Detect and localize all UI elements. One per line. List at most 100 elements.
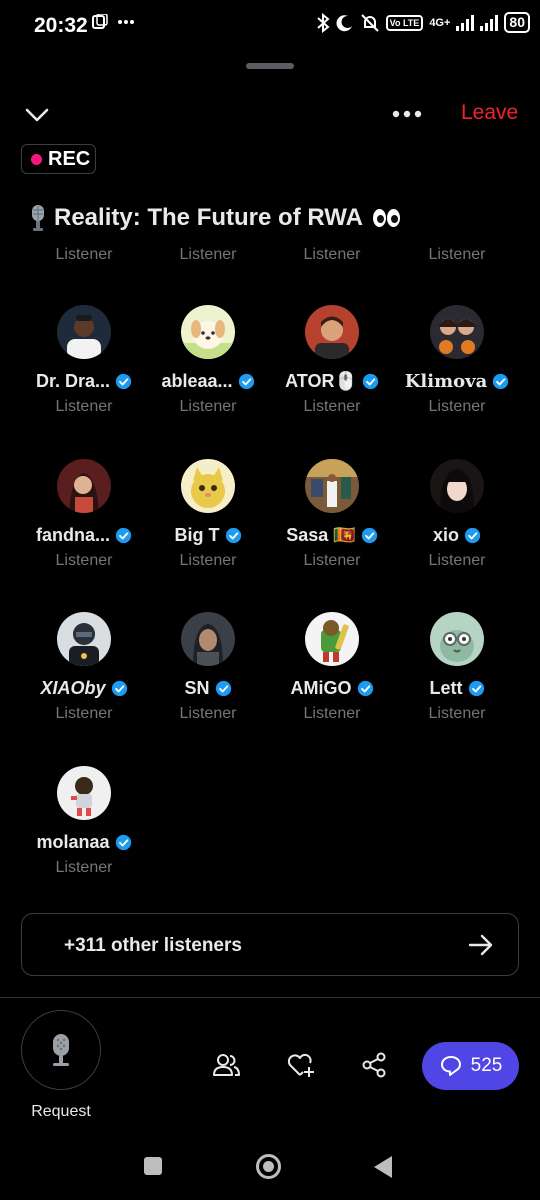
listener-name: Big T [174,525,220,545]
avatar[interactable] [181,305,235,359]
battery-level: 80 [504,12,530,33]
chevron-down-icon[interactable] [22,100,52,130]
avatar[interactable] [430,612,484,666]
status-right-icons: Vo LTE 4G+ 80 [316,12,530,33]
listener-role: Listener [55,398,113,415]
avatar[interactable] [181,459,235,513]
heart-add-icon[interactable] [285,1050,315,1080]
request-mic-button[interactable] [21,1010,101,1090]
listener-role: Listener [303,552,361,569]
listener-name: Klimova [404,371,488,392]
verified-badge-icon [115,373,132,390]
avatar[interactable] [305,459,359,513]
listener-role: Listener [179,552,237,569]
home-button[interactable] [256,1154,281,1179]
listener-role: Listener [428,552,486,569]
volte-badge: Vo LTE [385,14,424,31]
listener-role: Listener [55,246,113,262]
verified-badge-icon [361,527,377,544]
eyes-emoji-icon [372,209,400,227]
verified-badge-icon [357,680,373,697]
screenshot-icon [92,14,108,29]
verified-badge-icon [468,680,484,697]
more-options-icon[interactable] [390,102,424,126]
signal-icon-2 [480,14,499,31]
verified-badge-icon [115,834,131,851]
recording-dot-icon [31,153,42,165]
moon-icon [336,14,352,31]
listener-role: Listener [428,705,486,722]
listener-role: Listener [179,398,237,415]
rec-label: REC [48,147,91,170]
share-icon[interactable] [359,1050,389,1080]
request-label: Request [31,1103,91,1120]
recent-apps-button[interactable] [144,1157,162,1175]
listener-name: SN [184,678,210,698]
verified-badge-icon [215,680,231,697]
listener-name: AMiGO [290,678,352,698]
listener-item[interactable]: SN Listener [146,612,270,742]
other-listeners-button[interactable]: +311 other listeners [21,913,519,976]
verified-badge-icon [493,373,509,390]
avatar[interactable] [57,459,111,513]
listener-role: Listener [303,246,361,262]
avatar[interactable] [57,305,111,359]
verified-badge-icon [225,527,241,544]
signal-icon [456,14,475,31]
listener-item[interactable]: fandna... Listener [22,459,146,589]
chat-bubble-icon [440,1056,461,1076]
back-button[interactable] [374,1156,392,1178]
listener-item[interactable]: Sasa 🇱🇰 Listener [270,459,394,589]
avatar[interactable] [430,305,484,359]
space-title-text: Reality: The Future of RWA [54,204,363,231]
listener-role: Listener [55,705,113,722]
avatar[interactable] [181,612,235,666]
listener-item[interactable]: Lett Listener [395,612,519,742]
listener-item[interactable]: xio Listener [395,459,519,589]
listener-role: Listener [55,859,113,876]
listener-role: Listener [179,705,237,722]
listener-item[interactable]: ableaa... Listener [146,305,270,435]
sheet-drag-handle[interactable] [246,63,294,69]
other-listeners-label: +311 other listeners [64,935,242,956]
listener-name: Dr. Dra... [35,371,111,391]
listener-item[interactable]: molanaa Listener [22,766,146,896]
listener-role: Listener [55,552,113,569]
verified-badge-icon [362,373,379,390]
listener-item[interactable]: Big T Listener [146,459,270,589]
listener-name: ATOR🖱️ [285,371,357,391]
space-title: Reality: The Future of RWA [26,203,400,233]
listener-name: Sasa 🇱🇰 [286,525,356,545]
bluetooth-icon [316,12,330,33]
status-left-icons [92,14,134,30]
status-bar: 20:32 Vo LTE 4G+ 80 [0,0,540,52]
cut-off-listener-row: Listener Listener Listener Listener [0,246,540,262]
avatar[interactable] [305,612,359,666]
verified-badge-icon [464,527,481,544]
mute-bell-icon [360,13,379,32]
listener-item[interactable]: XIAOby Listener [22,612,146,742]
avatar[interactable] [57,612,111,666]
status-time: 20:32 [34,14,88,37]
listener-role: Listener [303,398,361,415]
listener-item[interactable]: ATOR🖱️ Listener [270,305,394,435]
comments-button[interactable]: 525 [422,1042,519,1090]
listener-item[interactable]: AMiGO Listener [270,612,394,742]
listener-item[interactable]: Dr. Dra... Listener [22,305,146,435]
leave-button[interactable]: Leave [461,101,518,125]
listener-name: molanaa [36,832,110,852]
listener-item[interactable]: Klimova Listener [395,305,519,435]
more-notifications-icon [118,20,134,24]
listener-role: Listener [428,246,486,262]
arrow-right-icon [468,934,493,956]
verified-badge-icon [238,373,254,390]
people-icon[interactable] [211,1050,241,1080]
listener-role: Listener [428,398,486,415]
avatar[interactable] [430,459,484,513]
verified-badge-icon [111,680,127,697]
rec-badge: REC [21,144,96,174]
microphone-icon [53,1034,69,1066]
listener-name: ableaa... [161,371,233,391]
avatar[interactable] [57,766,111,820]
avatar[interactable] [305,305,359,359]
